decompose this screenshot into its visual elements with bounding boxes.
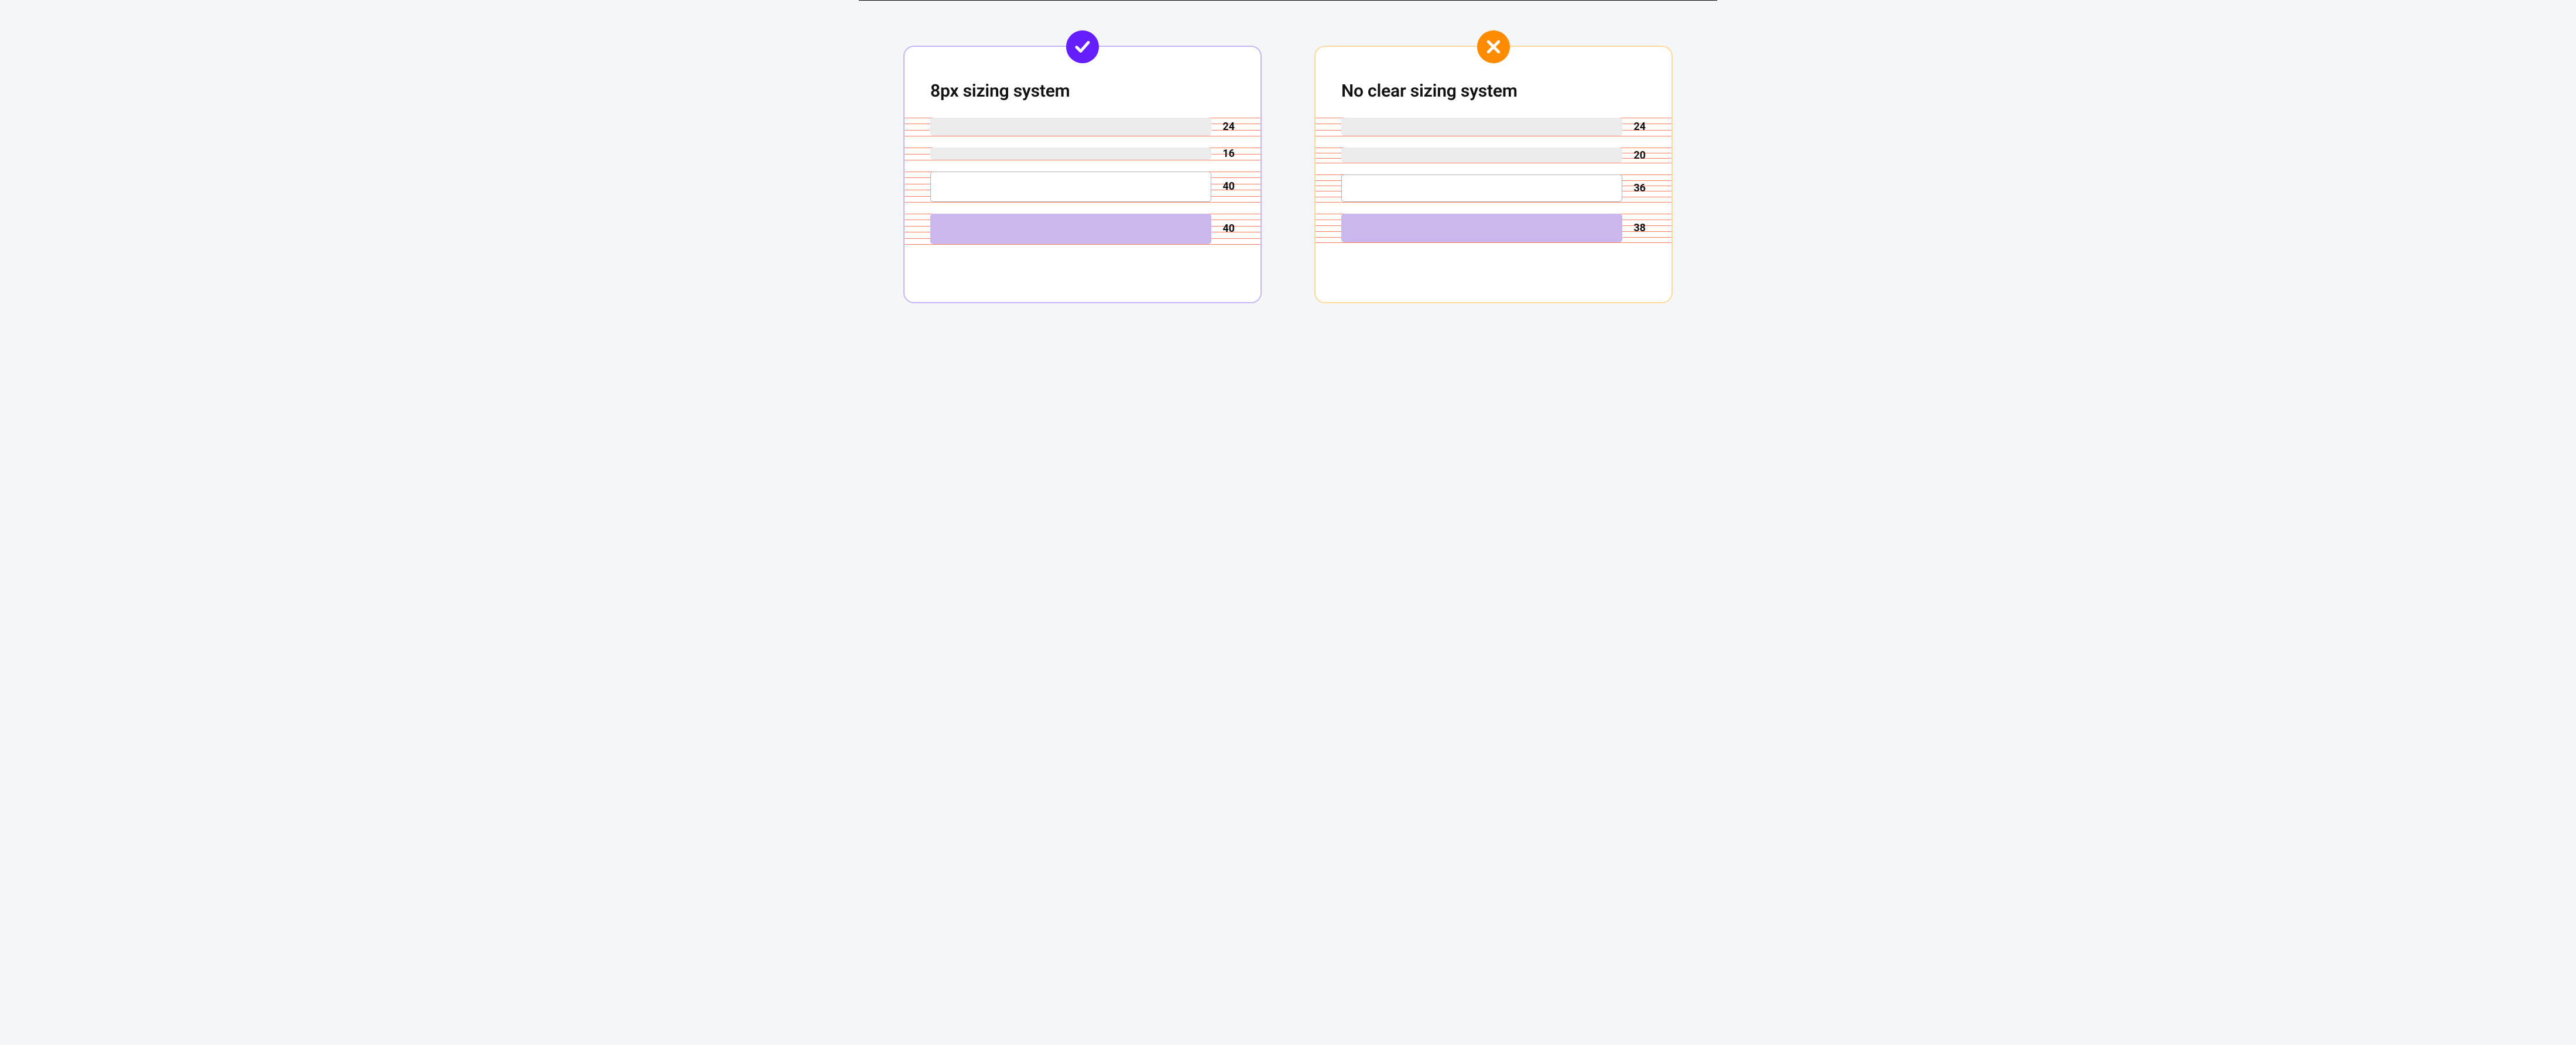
size-bar (1341, 148, 1622, 163)
size-label: 24 (1622, 121, 1646, 133)
size-row: 40 (905, 214, 1260, 244)
size-label: 20 (1622, 149, 1646, 162)
size-bar (930, 148, 1211, 160)
size-label: 40 (1211, 222, 1235, 235)
bad-card: No clear sizing system 24 20 (1314, 46, 1673, 303)
size-bar (1341, 214, 1622, 242)
size-bar (1341, 174, 1622, 202)
comparison-diagram: 8px sizing system 24 16 (859, 0, 1717, 348)
good-card: 8px sizing system 24 16 (903, 46, 1262, 303)
cross-icon (1477, 30, 1510, 63)
check-icon (1066, 30, 1099, 63)
size-bar (930, 172, 1211, 202)
size-row: 36 (1316, 174, 1671, 202)
size-row: 16 (905, 148, 1260, 160)
size-label: 24 (1211, 121, 1235, 133)
bad-rows: 24 20 36 38 (1316, 117, 1671, 255)
size-row: 20 (1316, 148, 1671, 163)
size-row: 38 (1316, 214, 1671, 242)
size-row: 24 (905, 118, 1260, 136)
size-label: 36 (1622, 182, 1646, 194)
size-label: 38 (1622, 222, 1646, 234)
size-bar (1341, 118, 1622, 136)
size-label: 16 (1211, 148, 1235, 160)
size-bar (930, 214, 1211, 244)
size-row: 24 (1316, 118, 1671, 136)
size-row: 40 (905, 172, 1260, 202)
size-bar (930, 118, 1211, 136)
good-rows: 24 16 40 40 (905, 117, 1260, 257)
size-label: 40 (1211, 180, 1235, 193)
